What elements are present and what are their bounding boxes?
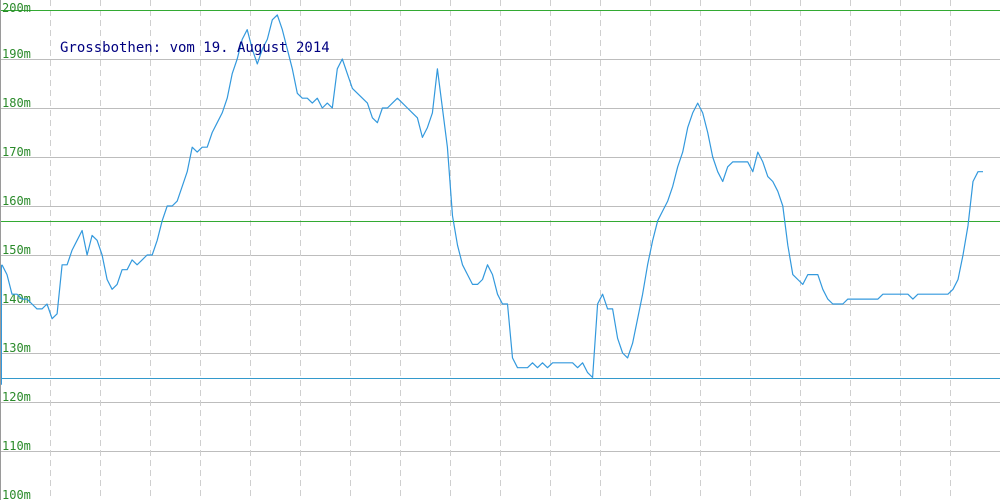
y-tick-label: 120m <box>2 390 31 404</box>
series-line <box>1 14 983 379</box>
y-tick-label: 170m <box>2 145 31 159</box>
chart-title: Grossbothen: vom 19. August 2014 <box>60 40 330 56</box>
chart-canvas: 200m190m180m170m160m150m140m130m120m110m… <box>0 0 1000 500</box>
y-tick-label: 200m <box>2 1 31 15</box>
y-tick-label: 180m <box>2 96 31 110</box>
y-tick-label: 130m <box>2 341 31 355</box>
y-tick-label: 150m <box>2 243 31 257</box>
series-layer <box>1 14 983 385</box>
elevation-chart: 200m 190m 180m 170m 160m 150m 140m 130m 120m 110m… <box>0 0 1000 500</box>
y-axis: 200m190m180m170m160m150m140m130m120m110m… <box>0 0 31 500</box>
y-tick-label: 160m <box>2 194 31 208</box>
y-tick-label: 190m <box>2 47 31 61</box>
y-tick-label: 110m <box>2 439 31 453</box>
y-tick-label: 100m <box>2 488 31 500</box>
grid-layer <box>0 0 1000 500</box>
